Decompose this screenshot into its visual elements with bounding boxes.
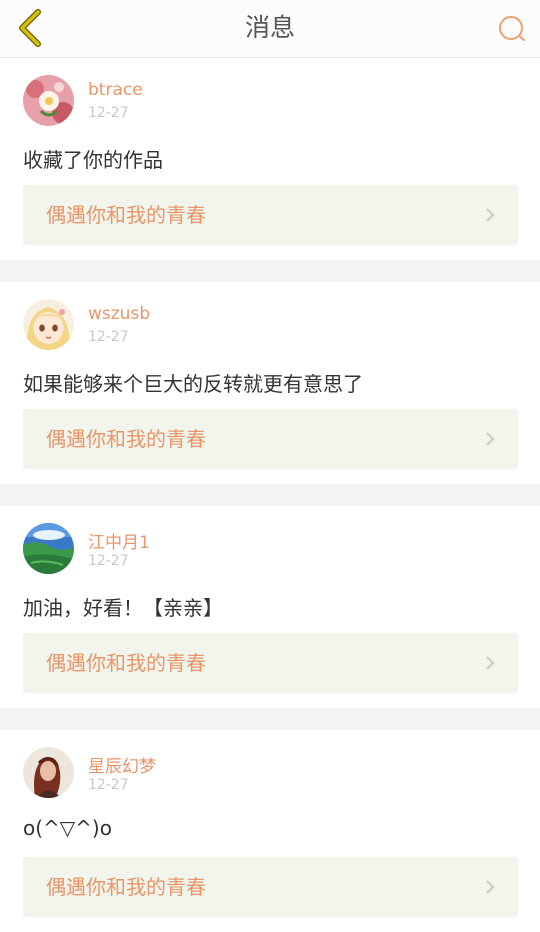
back-button[interactable] [10,7,50,49]
username[interactable]: 江中月1 [88,528,150,553]
username[interactable]: btrace [88,80,143,100]
work-title: 偶遇你和我的青春 [46,427,206,451]
avatar-image [23,75,74,126]
top-bar: 消息 [0,0,540,58]
username[interactable]: 星辰幻梦 [88,752,156,777]
message-date: 12-27 [88,777,129,793]
page-title: 消息 [244,13,295,42]
message-date: 12-27 [88,105,129,121]
chevron-right-icon [486,880,495,894]
search-icon [499,16,525,41]
message-card: wszusb 12-27 如果能够来个巨大的反转就更有意思了 偶遇你和我的青春 [0,282,540,484]
avatar[interactable] [23,299,74,350]
chevron-right-icon [486,432,495,446]
work-link[interactable]: 偶遇你和我的青春 [23,409,518,469]
avatar-image [23,299,74,350]
work-title: 偶遇你和我的青春 [46,875,206,899]
message-text: o(^▽^)o [23,816,112,840]
work-title: 偶遇你和我的青春 [46,203,206,227]
work-title: 偶遇你和我的青春 [46,651,206,675]
avatar-image [23,747,74,798]
message-date: 12-27 [88,329,129,345]
chevron-right-icon [486,208,495,222]
username[interactable]: wszusb [88,304,150,324]
work-link[interactable]: 偶遇你和我的青春 [23,185,518,245]
avatar[interactable] [23,747,74,798]
work-link[interactable]: 偶遇你和我的青春 [23,857,518,917]
work-link[interactable]: 偶遇你和我的青春 [23,633,518,693]
message-card: btrace 12-27 收藏了你的作品 偶遇你和我的青春 [0,58,540,260]
avatar-image [23,523,74,574]
search-button[interactable] [492,9,532,49]
avatar[interactable] [23,75,74,126]
message-card: 江中月1 12-27 加油，好看！【亲亲】 偶遇你和我的青春 [0,506,540,708]
message-text: 收藏了你的作品 [23,148,163,172]
back-arrow-icon [19,9,41,47]
message-list: btrace 12-27 收藏了你的作品 偶遇你和我的青春 wszusb 12-… [0,58,540,932]
avatar[interactable] [23,523,74,574]
message-text: 加油，好看！【亲亲】 [23,596,223,620]
message-text: 如果能够来个巨大的反转就更有意思了 [23,372,363,396]
message-date: 12-27 [88,553,129,569]
chevron-right-icon [486,656,495,670]
message-card: 星辰幻梦 12-27 o(^▽^)o 偶遇你和我的青春 [0,730,540,932]
